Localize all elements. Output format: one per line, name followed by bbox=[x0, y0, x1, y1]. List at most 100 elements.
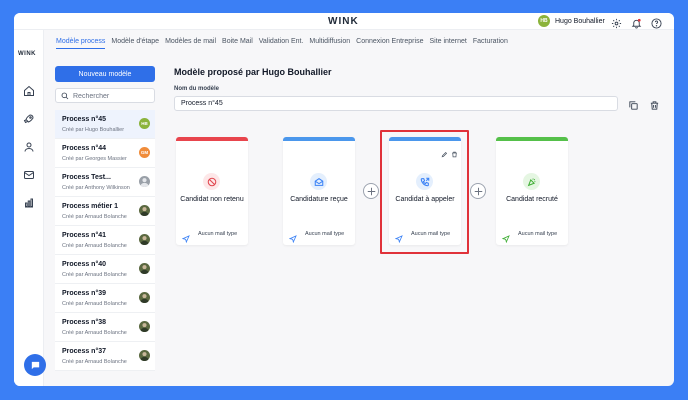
list-item-title: Process n°38 bbox=[62, 319, 107, 326]
list-item-title: Process n°39 bbox=[62, 290, 107, 297]
list-item-subtitle: Créé par Arnaud Bolanche bbox=[62, 214, 127, 220]
list-item[interactable]: Process n°45 Créé par Hugo Bouhallier HB bbox=[55, 110, 155, 139]
trash-icon[interactable] bbox=[649, 98, 660, 110]
list-item[interactable]: Process métier 1 Créé par Arnaud Bolanch… bbox=[55, 197, 155, 226]
tab-connexion-entreprise[interactable]: Connexion Entreprise bbox=[356, 38, 423, 49]
tab-facturation[interactable]: Facturation bbox=[473, 38, 508, 49]
add-stage-button[interactable] bbox=[470, 183, 486, 199]
list-item[interactable]: Process Test... Créé par Anthony Wilkins… bbox=[55, 168, 155, 197]
top-bar: WINK HB Hugo Bouhallier bbox=[14, 13, 674, 30]
party-icon bbox=[523, 173, 540, 190]
search-input[interactable] bbox=[73, 91, 151, 101]
rocket-icon[interactable] bbox=[23, 112, 35, 124]
list-item[interactable]: Process n°38 Créé par Arnaud Bolanche bbox=[55, 313, 155, 342]
add-stage-button[interactable] bbox=[363, 183, 379, 199]
photo-avatar bbox=[139, 350, 150, 361]
help-icon[interactable] bbox=[651, 16, 662, 29]
list-item-title: Process n°45 bbox=[62, 116, 107, 123]
stage-mail-setting[interactable]: Aucun mail type bbox=[496, 227, 568, 244]
plus-icon bbox=[367, 187, 375, 195]
list-item-subtitle: Créé par Georges Massier bbox=[62, 156, 127, 162]
model-name-input[interactable] bbox=[174, 96, 618, 111]
photo-avatar bbox=[139, 263, 150, 274]
list-item-subtitle: Créé par Arnaud Bolanche bbox=[62, 272, 127, 278]
tab-modele-process[interactable]: Modèle process bbox=[56, 38, 106, 49]
list-item-title: Process n°37 bbox=[62, 348, 107, 355]
highlight-frame bbox=[380, 130, 469, 254]
photo-avatar bbox=[139, 176, 150, 187]
stage-mail-setting[interactable]: Aucun mail type bbox=[283, 227, 355, 244]
list-item[interactable]: Process n°37 Créé par Arnaud Bolanche bbox=[55, 342, 155, 371]
tab-multidiffusion[interactable]: Multidiffusion bbox=[309, 38, 350, 49]
ban-icon bbox=[203, 173, 220, 190]
photo-avatar bbox=[139, 321, 150, 332]
mail-template-text: Aucun mail type bbox=[518, 231, 558, 237]
list-item-subtitle: Créé par Anthony Wilkinson bbox=[62, 185, 130, 191]
user-menu[interactable]: HB Hugo Bouhallier bbox=[538, 15, 605, 27]
stage-label: Candidat non retenu bbox=[180, 196, 244, 203]
app-window: WINK HB Hugo Bouhallier WINK Modèle proc… bbox=[14, 13, 674, 386]
photo-avatar bbox=[139, 234, 150, 245]
list-item[interactable]: Process n°41 Créé par Arnaud Bolanche bbox=[55, 226, 155, 255]
list-item[interactable]: Process n°44 Créé par Georges Massier GM bbox=[55, 139, 155, 168]
mail-icon[interactable] bbox=[23, 168, 35, 180]
notification-bell-icon[interactable] bbox=[631, 16, 642, 29]
search-icon bbox=[61, 92, 69, 100]
user-icon[interactable] bbox=[23, 140, 35, 152]
list-item-subtitle: Créé par Arnaud Bolanche bbox=[62, 301, 127, 307]
chat-icon bbox=[31, 361, 39, 369]
plus-icon bbox=[474, 187, 482, 195]
list-item-subtitle: Créé par Arnaud Bolanche bbox=[62, 359, 127, 365]
stage-color-bar bbox=[283, 137, 355, 141]
list-item-title: Process n°41 bbox=[62, 232, 107, 239]
stage-label: Candidature reçue bbox=[290, 196, 348, 203]
list-item[interactable]: Process n°39 Créé par Arnaud Bolanche bbox=[55, 284, 155, 313]
mail-template-text: Aucun mail type bbox=[198, 231, 238, 237]
list-item-subtitle: Créé par Hugo Bouhallier bbox=[62, 127, 125, 133]
tab-boite-mail[interactable]: Boite Mail bbox=[222, 38, 253, 49]
list-item-title: Process n°40 bbox=[62, 261, 107, 268]
search-box bbox=[55, 88, 155, 103]
stage-color-bar bbox=[176, 137, 248, 141]
send-icon bbox=[501, 230, 510, 244]
envelope-open-icon bbox=[310, 173, 327, 190]
list-item-title: Process n°44 bbox=[62, 145, 107, 152]
home-icon[interactable] bbox=[23, 84, 35, 96]
send-icon bbox=[288, 230, 297, 244]
list-item-title: Process métier 1 bbox=[62, 203, 119, 210]
tab-validation-ent[interactable]: Validation Ent. bbox=[259, 38, 304, 49]
rail-logo[interactable]: WINK bbox=[18, 51, 36, 57]
list-item-subtitle: Créé par Arnaud Bolanche bbox=[62, 330, 127, 336]
top-tabs: Modèle process Modèle d'étape Modèles de… bbox=[56, 38, 514, 49]
bar-chart-icon[interactable] bbox=[23, 196, 35, 208]
tab-site-internet[interactable]: Site internet bbox=[429, 38, 466, 49]
stage-card-non-retenu[interactable]: Candidat non retenu Aucun mail type bbox=[176, 137, 248, 245]
duplicate-icon[interactable] bbox=[628, 98, 639, 110]
stage-color-bar bbox=[496, 137, 568, 141]
app-logo[interactable]: WINK bbox=[328, 16, 359, 27]
send-icon bbox=[181, 230, 190, 244]
avatar: GM bbox=[139, 147, 150, 158]
tab-modele-etape[interactable]: Modèle d'étape bbox=[111, 38, 159, 49]
user-avatar: HB bbox=[538, 15, 550, 27]
list-item-title: Process Test... bbox=[62, 174, 111, 181]
avatar: HB bbox=[139, 118, 150, 129]
chat-support-button[interactable] bbox=[24, 354, 46, 376]
left-rail: WINK bbox=[14, 30, 44, 386]
stage-card-candidature-recue[interactable]: Candidature reçue Aucun mail type bbox=[283, 137, 355, 245]
stage-card-recrute[interactable]: Candidat recruté Aucun mail type bbox=[496, 137, 568, 245]
settings-gear-icon[interactable] bbox=[611, 16, 622, 29]
model-name-label: Nom du modèle bbox=[174, 86, 220, 92]
mail-template-text: Aucun mail type bbox=[305, 231, 345, 237]
tab-modeles-mail[interactable]: Modèles de mail bbox=[165, 38, 216, 49]
page-title: Modèle proposé par Hugo Bouhallier bbox=[174, 67, 332, 77]
new-model-button[interactable]: Nouveau modèle bbox=[55, 66, 155, 82]
photo-avatar bbox=[139, 292, 150, 303]
photo-avatar bbox=[139, 205, 150, 216]
stage-label: Candidat recruté bbox=[506, 196, 558, 203]
list-item-subtitle: Créé par Arnaud Bolanche bbox=[62, 243, 127, 249]
process-list: Process n°45 Créé par Hugo Bouhallier HB… bbox=[55, 110, 155, 386]
stage-mail-setting[interactable]: Aucun mail type bbox=[176, 227, 248, 244]
list-item[interactable]: Process n°40 Créé par Arnaud Bolanche bbox=[55, 255, 155, 284]
user-name: Hugo Bouhallier bbox=[555, 17, 605, 25]
